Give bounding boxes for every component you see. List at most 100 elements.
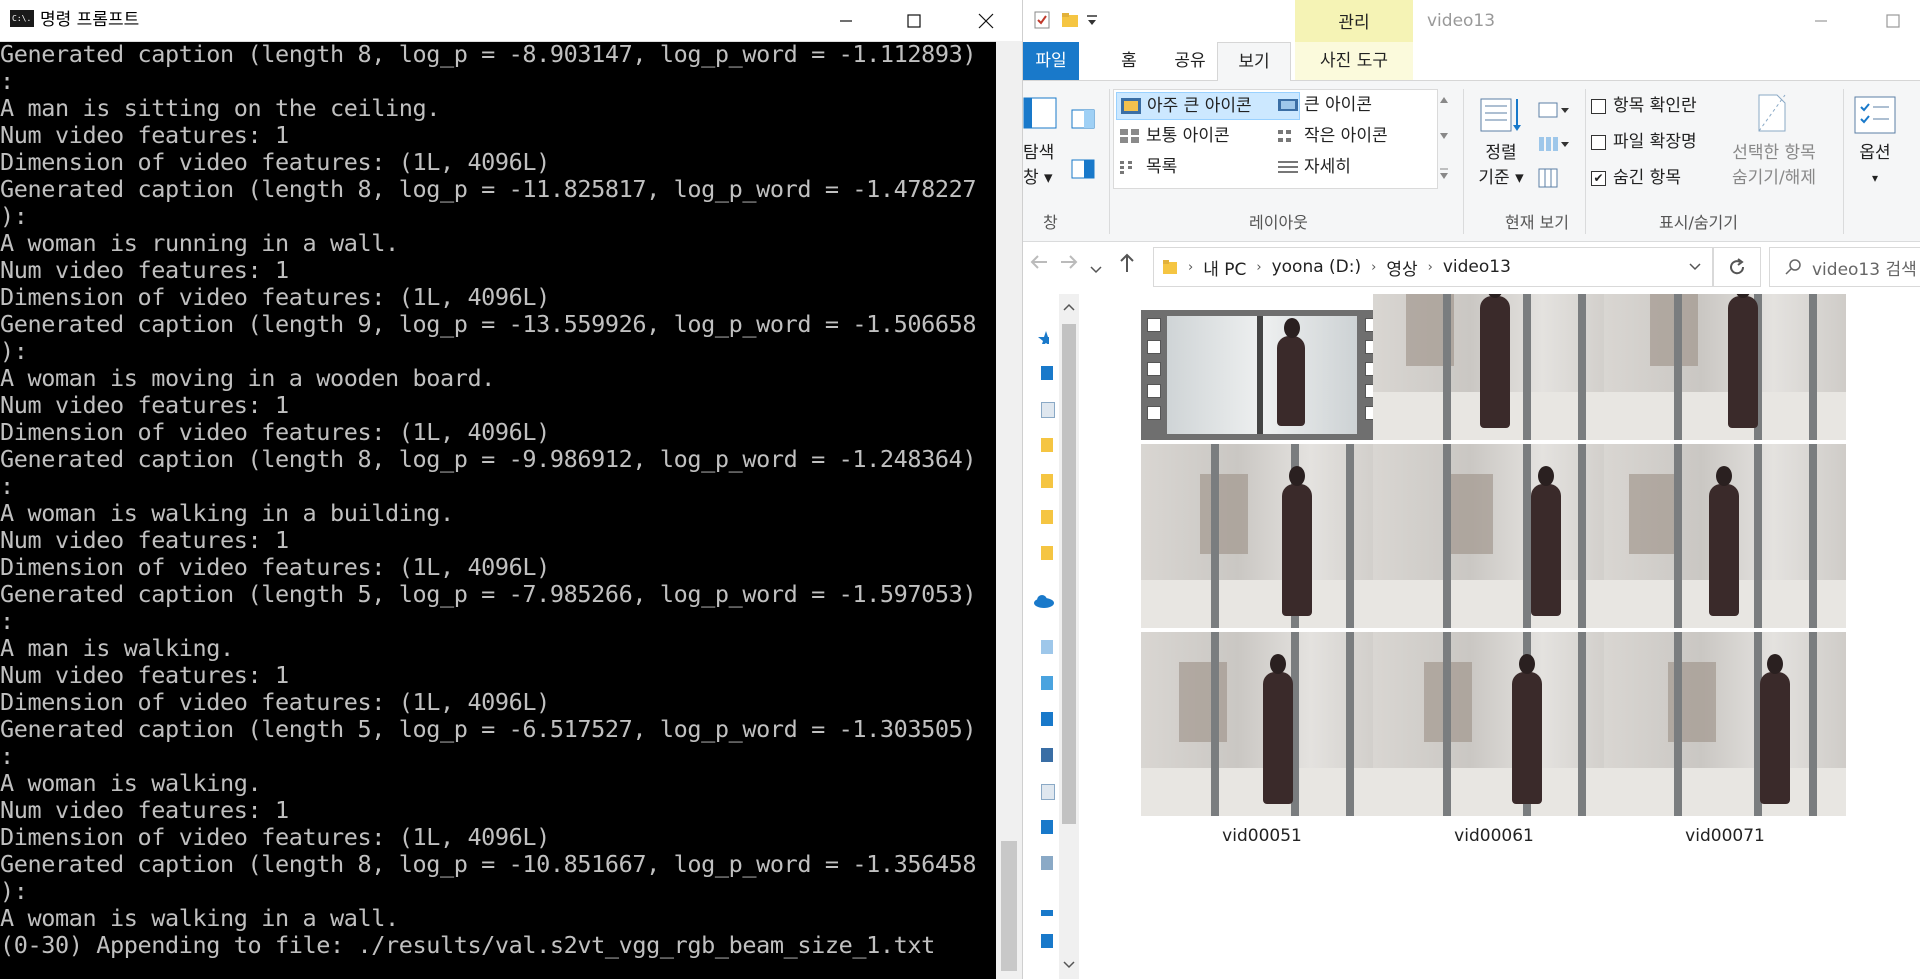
layout-small-icons[interactable]: 작은 아이콘 [1274, 123, 1454, 149]
nav-pane-scrollbar-thumb[interactable] [1062, 324, 1076, 824]
layout-gallery-scroll-icon[interactable] [1437, 89, 1451, 187]
folder-icon[interactable] [1041, 438, 1053, 452]
breadcrumb-current-folder[interactable]: video13 [1443, 257, 1511, 277]
cmd-output[interactable]: Generated caption (length 8, log_p = -8.… [0, 41, 996, 979]
refresh-button[interactable] [1713, 247, 1761, 287]
customize-toolbar-icon[interactable] [1085, 10, 1099, 30]
breadcrumb-this-pc[interactable]: 내 PC [1203, 255, 1246, 280]
cmd-scrollbar-thumb[interactable] [1001, 841, 1017, 971]
search-icon [1785, 259, 1801, 275]
chevron-right-icon[interactable]: › [1256, 260, 1261, 275]
3d-objects-icon[interactable] [1041, 676, 1053, 690]
explorer-minimize-button[interactable] [1793, 0, 1849, 42]
videos-icon[interactable] [1041, 748, 1053, 762]
breadcrumb-drive[interactable]: yoona (D:) [1272, 257, 1362, 277]
cmd-output-line: Dimension of video features: (1L, 4096L) [0, 148, 550, 176]
nav-pane-scrollbar[interactable] [1059, 294, 1079, 979]
layout-extra-large-label: 아주 큰 아이콘 [1147, 96, 1252, 116]
desktop-icon[interactable] [1041, 366, 1053, 380]
tab-home[interactable]: 홈 [1103, 42, 1155, 80]
documents-icon[interactable] [1041, 784, 1055, 800]
new-folder-icon[interactable] [1061, 10, 1079, 30]
recent-locations-button[interactable] [1089, 258, 1103, 283]
close-icon [978, 13, 994, 28]
tab-view[interactable]: 보기 [1217, 42, 1291, 82]
close-button[interactable] [958, 0, 1014, 41]
chevron-right-icon[interactable]: › [1428, 260, 1433, 275]
drive-icon[interactable] [1041, 934, 1053, 948]
navigation-pane-button[interactable]: 탐색 창 ▾ [1023, 141, 1067, 191]
group-separator [1585, 89, 1586, 234]
layout-list[interactable]: 목록 [1116, 154, 1298, 180]
hide-selected-button[interactable]: 선택한 항목 숨기기/해제 [1719, 141, 1829, 191]
file-item[interactable]: vid00061 [1373, 632, 1615, 846]
up-button[interactable] [1117, 252, 1137, 280]
cmd-scrollbar[interactable] [996, 41, 1022, 979]
options-button[interactable]: 옵션 ▾ [1847, 141, 1903, 191]
scroll-down-icon[interactable] [1063, 960, 1075, 970]
layout-small-label: 작은 아이콘 [1304, 126, 1388, 146]
file-name: vid00071 [1685, 826, 1765, 846]
explorer-maximize-button[interactable] [1865, 0, 1920, 42]
large-icons-icon [1278, 99, 1298, 111]
layout-medium-icons[interactable]: 보통 아이콘 [1116, 123, 1298, 149]
quick-access-star-icon[interactable] [1037, 330, 1049, 344]
back-button[interactable] [1029, 252, 1049, 278]
file-item[interactable]: vid00021 [1141, 444, 1383, 658]
documents-icon[interactable] [1041, 402, 1055, 418]
size-columns-icon[interactable] [1537, 167, 1561, 189]
breadcrumb-video-folder[interactable]: 영상 [1386, 255, 1417, 280]
this-pc-icon[interactable] [1041, 640, 1053, 654]
layout-details-label: 자세히 [1304, 157, 1351, 177]
forward-button[interactable] [1059, 252, 1079, 278]
music-icon[interactable] [1041, 910, 1053, 916]
hidden-items-toggle[interactable]: ✔ 숨긴 항목 [1591, 163, 1681, 193]
folder-icon[interactable] [1041, 510, 1053, 524]
minimize-button[interactable] [818, 0, 874, 41]
desktop-icon[interactable] [1041, 820, 1053, 834]
checkbox-checked[interactable]: ✔ [1591, 171, 1606, 186]
folder-icon [1163, 260, 1177, 274]
cmd-output-line: Generated caption (length 8, log_p = -8.… [0, 41, 977, 68]
tab-file[interactable]: 파일 [1023, 42, 1079, 80]
folder-icon[interactable] [1041, 546, 1053, 560]
file-item[interactable]: vid00071 [1604, 632, 1846, 846]
layout-details[interactable]: 자세히 [1274, 154, 1454, 180]
details-pane-icon[interactable] [1071, 159, 1095, 179]
group-by-icon[interactable] [1537, 101, 1571, 119]
layout-extra-large-icons[interactable]: 아주 큰 아이콘 [1116, 92, 1300, 120]
folder-icon[interactable] [1041, 474, 1053, 488]
tab-photo-tools[interactable]: 사진 도구 [1295, 42, 1413, 80]
cmd-titlebar[interactable]: C:\. 명령 프롬프트 [0, 0, 1022, 42]
address-bar[interactable]: › 내 PC › yoona (D:) › 영상 › video13 [1153, 247, 1713, 287]
chevron-down-icon[interactable] [1688, 260, 1702, 274]
file-extensions-toggle[interactable]: 파일 확장명 [1591, 127, 1697, 157]
add-columns-icon[interactable] [1537, 135, 1571, 153]
chevron-right-icon[interactable]: › [1188, 260, 1193, 275]
onedrive-cloud-icon[interactable] [1033, 594, 1055, 608]
image-thumbnail [1604, 444, 1846, 628]
pictures-icon[interactable] [1041, 856, 1053, 870]
forward-arrow-icon [1061, 255, 1078, 269]
downloads-icon[interactable] [1041, 712, 1053, 726]
extra-large-icons-icon [1121, 98, 1141, 114]
chevron-right-icon[interactable]: › [1371, 260, 1376, 275]
item-checkboxes-toggle[interactable]: 항목 확인란 [1591, 91, 1697, 121]
tab-share[interactable]: 공유 [1159, 42, 1221, 80]
sort-by-button[interactable]: 정렬 기준 ▾ [1473, 141, 1529, 191]
preview-pane-icon[interactable] [1071, 109, 1095, 129]
tab-manage[interactable]: 관리 [1295, 0, 1413, 42]
search-box[interactable]: video13 검색 [1769, 247, 1920, 287]
explorer-titlebar[interactable]: 관리 video13 [1023, 0, 1920, 42]
properties-icon[interactable] [1033, 10, 1051, 30]
layout-large-icons[interactable]: 큰 아이콘 [1274, 92, 1454, 118]
scroll-up-icon[interactable] [1063, 302, 1075, 312]
file-item[interactable]: vid00051 [1141, 632, 1383, 846]
explorer-window-title: video13 [1427, 11, 1496, 31]
file-item[interactable]: vid00041 [1604, 444, 1846, 658]
maximize-button[interactable] [886, 0, 942, 41]
checkbox[interactable] [1591, 99, 1606, 114]
checkbox[interactable] [1591, 135, 1606, 150]
sort-by-label: 정렬 [1485, 143, 1517, 163]
file-item[interactable]: vid00031 [1373, 444, 1615, 658]
